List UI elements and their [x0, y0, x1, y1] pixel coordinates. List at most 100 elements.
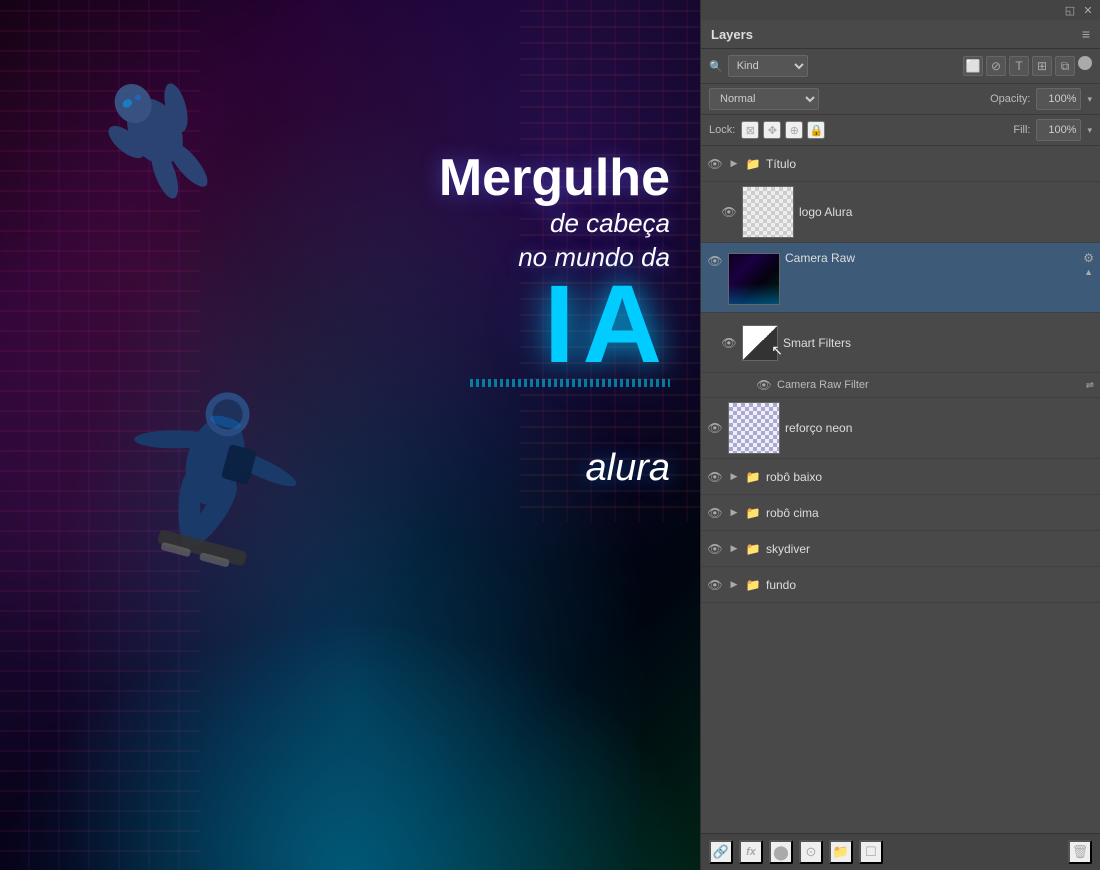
blend-mode-bar: Normal Multiply Screen Overlay Opacity: …	[701, 84, 1100, 115]
lock-bar: Lock: ⊠ ✥ ⊕ 🔒 Fill: ▾	[701, 115, 1100, 146]
lock-transparent-button[interactable]: ⊠	[741, 121, 759, 139]
layer-item-robo-cima[interactable]: 👁 ▶ 📁 robô cima	[701, 495, 1100, 531]
expand-arrow-fundo[interactable]: ▶	[728, 579, 740, 591]
filter-shape-button[interactable]: ⊞	[1032, 56, 1052, 76]
layer-name-logo-alura: logo Alura	[799, 205, 1094, 219]
filter-smart-button[interactable]: ⧉	[1055, 56, 1075, 76]
minimize-icon[interactable]: ◱	[1064, 4, 1076, 16]
expand-arrow-robo-baixo[interactable]: ▶	[728, 471, 740, 483]
lock-label: Lock:	[709, 124, 735, 136]
layer-item-smart-filters[interactable]: 👁 ↖ Smart Filters	[701, 313, 1100, 373]
panel-topbar: ◱ ✕	[701, 0, 1100, 20]
canvas-image: Mergulhe de cabeça no mundo da IA alura	[0, 0, 700, 870]
filter-kind-dropdown[interactable]: Kind	[728, 55, 808, 77]
fill-dropdown-arrow[interactable]: ▾	[1087, 125, 1092, 136]
layer-name-camera-raw: Camera Raw	[785, 251, 1078, 265]
layers-list[interactable]: 👁 ▶ 📁 Título 👁 logo Alura 👁 Camera Raw ⚙…	[701, 146, 1100, 833]
lock-position-button[interactable]: ⊕	[785, 121, 803, 139]
new-group-button[interactable]: 📁	[829, 840, 853, 864]
visibility-eye-titulo[interactable]: 👁	[707, 156, 723, 172]
layer-effects-button[interactable]: fx	[739, 840, 763, 864]
canvas-area: Mergulhe de cabeça no mundo da IA alura	[0, 0, 700, 870]
filter-type-icons: ⬜ ⊘ T ⊞ ⧉	[963, 56, 1092, 76]
camera-raw-collapse-icon[interactable]: ▲	[1084, 267, 1093, 277]
bottom-glow	[0, 620, 700, 870]
cursor-pointer-icon: ↖	[771, 342, 783, 359]
main-title-line2: de cabeça	[439, 207, 670, 241]
layer-name-fundo: fundo	[766, 578, 1094, 592]
visibility-eye-robo-cima[interactable]: 👁	[707, 505, 723, 521]
layer-item-camera-raw-filter[interactable]: 👁 Camera Raw Filter ⇌	[701, 373, 1100, 398]
skydiver-figure	[120, 340, 300, 620]
layer-name-camera-raw-filter: Camera Raw Filter	[777, 379, 1081, 391]
robot-figure-top	[100, 50, 220, 230]
filter-text-button[interactable]: T	[1009, 56, 1029, 76]
opacity-dropdown-arrow[interactable]: ▾	[1087, 94, 1092, 105]
panel-header: Layers ≡	[701, 20, 1100, 49]
folder-icon-titulo: 📁	[745, 156, 761, 172]
visibility-eye-fundo[interactable]: 👁	[707, 577, 723, 593]
expand-arrow-robo-cima[interactable]: ▶	[728, 507, 740, 519]
folder-icon-fundo: 📁	[745, 577, 761, 593]
layer-thumb-logo-alura	[742, 186, 794, 238]
visibility-eye-skydiver[interactable]: 👁	[707, 541, 723, 557]
layer-item-titulo[interactable]: 👁 ▶ 📁 Título	[701, 146, 1100, 182]
link-layers-button[interactable]: 🔗	[709, 840, 733, 864]
main-title-line1: Mergulhe	[439, 150, 670, 207]
layer-thumb-reforco-neon	[728, 402, 780, 454]
folder-icon-robo-baixo: 📁	[745, 469, 761, 485]
filter-color-button[interactable]	[1078, 56, 1092, 70]
filter-bar: 🔍 Kind ⬜ ⊘ T ⊞ ⧉	[701, 49, 1100, 84]
delete-layer-button[interactable]: 🗑	[1068, 840, 1092, 864]
lock-icons-group: ⊠ ✥ ⊕ 🔒	[741, 121, 825, 139]
visibility-eye-smart-filters[interactable]: 👁	[721, 335, 737, 351]
layer-name-robo-baixo: robô baixo	[766, 470, 1094, 484]
layer-item-reforco-neon[interactable]: 👁 reforço neon	[701, 398, 1100, 459]
folder-icon-robo-cima: 📁	[745, 505, 761, 521]
panel-menu-button[interactable]: ≡	[1082, 26, 1090, 42]
panel-bottom-toolbar: 🔗 fx ⬤ ⊙ 📁 ☐ 🗑	[701, 833, 1100, 870]
expand-arrow-titulo[interactable]: ▶	[728, 158, 740, 170]
layer-item-robo-baixo[interactable]: 👁 ▶ 📁 robô baixo	[701, 459, 1100, 495]
filter-pixel-button[interactable]: ⬜	[963, 56, 983, 76]
new-adjustment-button[interactable]: ⊙	[799, 840, 823, 864]
folder-icon-skydiver: 📁	[745, 541, 761, 557]
layer-item-skydiver[interactable]: 👁 ▶ 📁 skydiver	[701, 531, 1100, 567]
fill-label: Fill:	[1013, 124, 1030, 136]
visibility-eye-reforco-neon[interactable]: 👁	[707, 420, 723, 436]
layer-name-titulo: Título	[766, 157, 1094, 171]
add-mask-button[interactable]: ⬤	[769, 840, 793, 864]
layer-name-robo-cima: robô cima	[766, 506, 1094, 520]
canvas-text-overlay: Mergulhe de cabeça no mundo da IA alura	[439, 150, 670, 490]
opacity-label: Opacity:	[990, 93, 1030, 105]
expand-arrow-skydiver[interactable]: ▶	[728, 543, 740, 555]
camera-raw-settings-icon[interactable]: ⚙	[1083, 251, 1094, 265]
layer-item-fundo[interactable]: 👁 ▶ 📁 fundo	[701, 567, 1100, 603]
filter-adjustment-button[interactable]: ⊘	[986, 56, 1006, 76]
new-layer-button[interactable]: ☐	[859, 840, 883, 864]
ia-text: IA	[439, 275, 670, 374]
layers-panel: ◱ ✕ Layers ≡ 🔍 Kind ⬜ ⊘ T ⊞ ⧉ Normal Mul…	[700, 0, 1100, 870]
fill-input[interactable]	[1036, 119, 1081, 141]
layer-name-skydiver: skydiver	[766, 542, 1094, 556]
filter-search-icon: 🔍	[709, 60, 723, 73]
blend-mode-dropdown[interactable]: Normal Multiply Screen Overlay	[709, 88, 819, 110]
visibility-eye-logo-alura[interactable]: 👁	[721, 204, 737, 220]
lock-pixels-button[interactable]: ✥	[763, 121, 781, 139]
layer-thumb-camera-raw	[728, 253, 780, 305]
ia-decorative-line	[470, 379, 670, 387]
visibility-eye-robo-baixo[interactable]: 👁	[707, 469, 723, 485]
panel-title: Layers	[711, 27, 753, 42]
opacity-input[interactable]	[1036, 88, 1081, 110]
layer-name-smart-filters: Smart Filters	[783, 336, 1094, 350]
visibility-eye-camera-raw-filter[interactable]: 👁	[756, 377, 772, 393]
visibility-eye-camera-raw[interactable]: 👁	[707, 253, 723, 269]
layer-item-camera-raw[interactable]: 👁 Camera Raw ⚙ ▲	[701, 243, 1100, 313]
layer-name-reforco-neon: reforço neon	[785, 421, 1094, 435]
close-icon[interactable]: ✕	[1082, 4, 1094, 16]
camera-raw-filter-settings-icon[interactable]: ⇌	[1086, 380, 1094, 391]
smart-filters-thumb-container: ↖	[742, 325, 778, 361]
lock-all-button[interactable]: 🔒	[807, 121, 825, 139]
layer-item-logo-alura[interactable]: 👁 logo Alura	[701, 182, 1100, 243]
camera-raw-right-controls: ⚙ ▲	[1083, 251, 1094, 277]
